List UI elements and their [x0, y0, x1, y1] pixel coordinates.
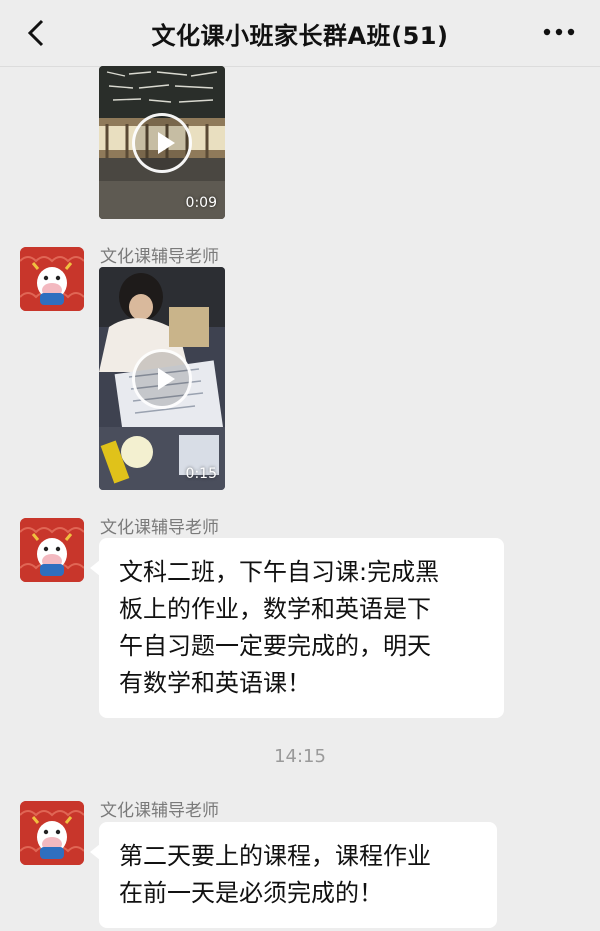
chevron-left-icon[interactable]	[22, 18, 52, 48]
video-duration: 0:15	[185, 466, 217, 482]
message-line: 午自习题一定要完成的，明天	[119, 632, 431, 660]
cow-mascot-icon	[20, 801, 84, 865]
message-line: 文科二班，下午自习课:完成黑	[119, 558, 440, 586]
message-line: 板上的作业，数学和英语是下	[119, 595, 431, 623]
sender-name: 文化课辅导老师	[100, 801, 219, 821]
more-dots-icon[interactable]	[542, 22, 576, 42]
chat-header: 文化课小班家长群A班(51)	[0, 0, 600, 67]
avatar[interactable]	[20, 247, 84, 311]
cow-mascot-icon	[20, 247, 84, 311]
message-line: 第二天要上的课程，课程作业	[119, 842, 431, 870]
timestamp: 14:15	[274, 746, 326, 767]
message-line: 有数学和英语课！	[119, 669, 311, 697]
play-icon	[132, 112, 192, 173]
video-thumbnail[interactable]: 0:09	[99, 66, 225, 219]
chat-title: 文化课小班家长群A班(51)	[151, 21, 449, 50]
video-thumbnail[interactable]: 0:15	[99, 267, 225, 490]
video-duration: 0:09	[185, 195, 217, 211]
sender-name: 文化课辅导老师	[100, 247, 219, 267]
message-bubble[interactable]: 文科二班，下午自习课:完成黑 板上的作业，数学和英语是下 午自习题一定要完成的，…	[90, 538, 504, 718]
avatar[interactable]	[20, 801, 84, 865]
message-bubble[interactable]: 第二天要上的课程，课程作业 在前一天是必须完成的！	[90, 822, 497, 928]
play-icon	[132, 348, 192, 409]
cow-mascot-icon	[20, 518, 84, 582]
avatar[interactable]	[20, 518, 84, 582]
sender-name: 文化课辅导老师	[100, 518, 219, 538]
message-line: 在前一天是必须完成的！	[119, 879, 383, 907]
